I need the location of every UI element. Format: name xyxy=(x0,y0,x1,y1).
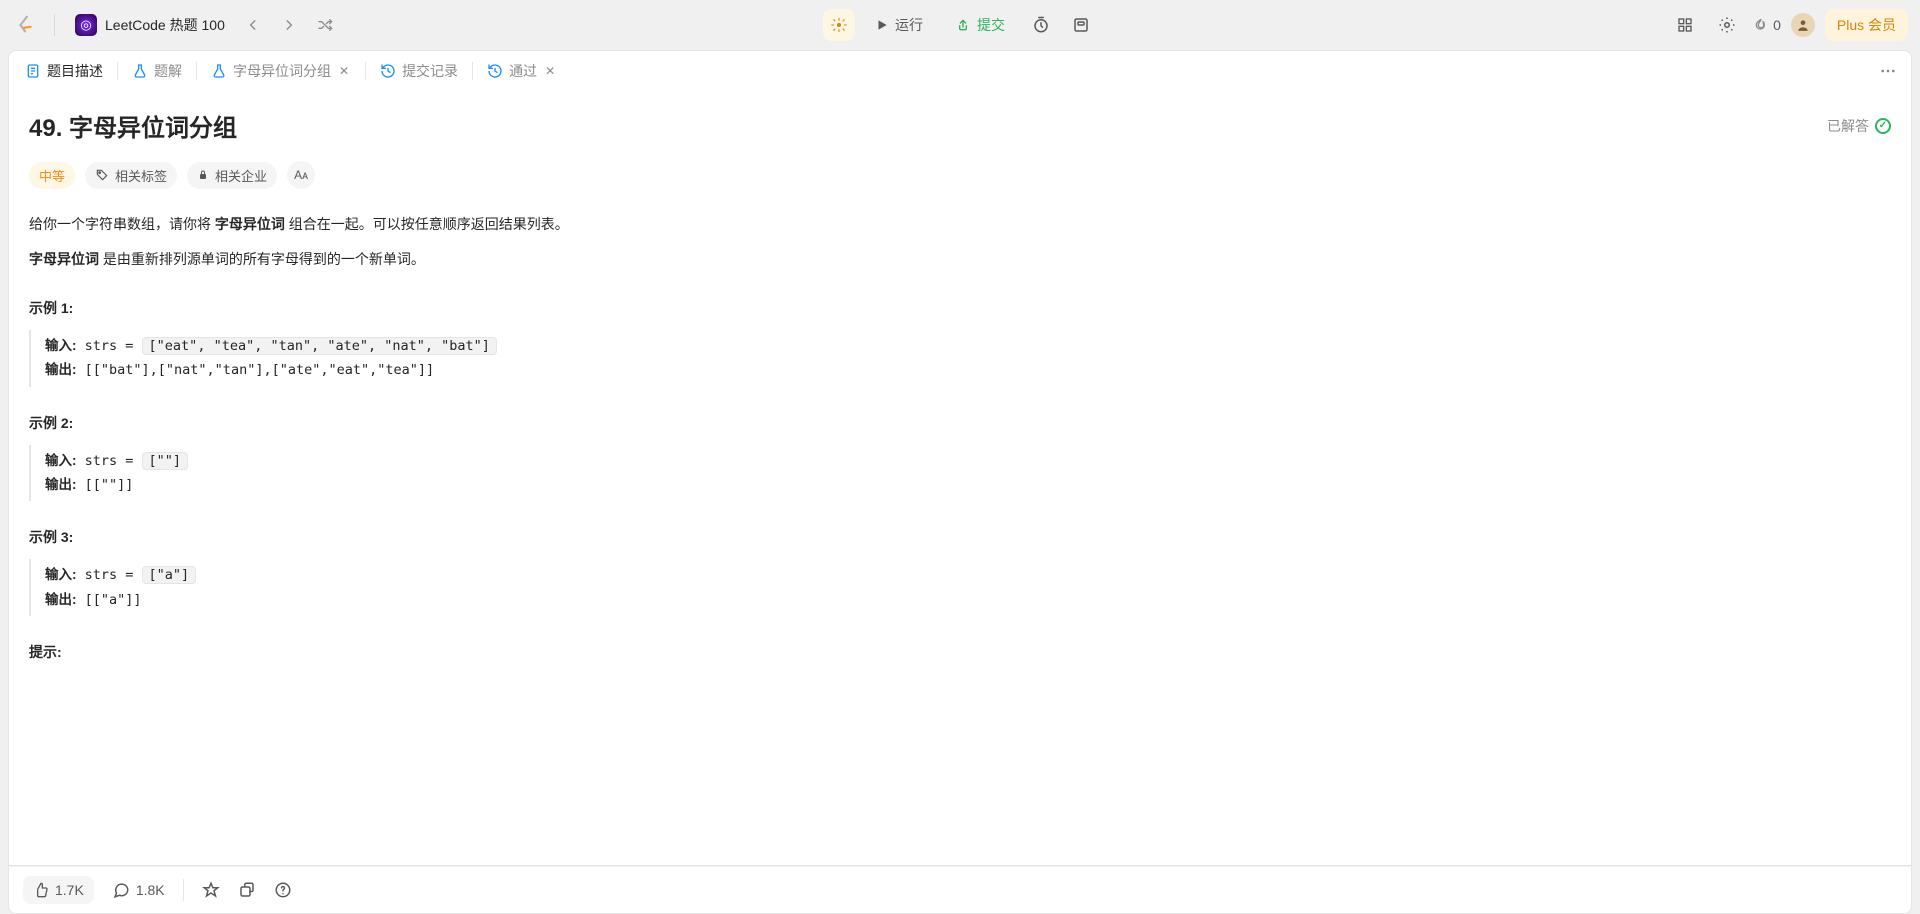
history-icon xyxy=(380,63,396,79)
tab-submissions-label: 提交记录 xyxy=(402,61,458,81)
desc-bold: 字母异位词 xyxy=(29,251,99,267)
tab-strip: 题目描述 题解 字母异位词分组 ✕ 提交记录 通过 ✕ xyxy=(8,50,1912,90)
run-controls: 运行 提交 xyxy=(823,9,1097,41)
footer-bar: 1.7K 1.8K xyxy=(8,866,1912,914)
content-pane: 49. 字母异位词分组 已解答 中等 相关标签 相关企业 Aᴀ 给你一个字符串数… xyxy=(8,90,1912,866)
output-label: 输出: xyxy=(45,362,77,377)
example-output-value: [["bat"],["nat","tan"],["ate","eat","tea… xyxy=(85,362,435,378)
output-label: 输出: xyxy=(45,477,77,492)
content-scroll[interactable]: 49. 字母异位词分组 已解答 中等 相关标签 相关企业 Aᴀ 给你一个字符串数… xyxy=(9,90,1911,865)
desc-text: 组合在一起。可以按任意顺序返回结果列表。 xyxy=(285,216,569,232)
desc-bold: 字母异位词 xyxy=(215,216,285,232)
history-icon xyxy=(487,63,503,79)
tab-editorial[interactable]: 题解 xyxy=(126,57,188,85)
playlist-icon xyxy=(75,14,97,36)
example-heading: 示例 1: xyxy=(29,298,1891,318)
solved-indicator: 已解答 xyxy=(1827,116,1891,136)
example-input-value: [""] xyxy=(142,452,189,470)
tab-separator xyxy=(117,62,118,80)
companies-button[interactable]: 相关企业 xyxy=(187,162,277,189)
example-heading: 示例 3: xyxy=(29,527,1891,547)
notes-button[interactable] xyxy=(1065,9,1097,41)
example-input-prefix: strs = xyxy=(85,453,142,469)
streak-counter[interactable]: 0 xyxy=(1753,17,1781,33)
tab-overflow-button[interactable] xyxy=(1875,58,1901,84)
example-input-value: ["a"] xyxy=(142,566,197,584)
companies-label: 相关企业 xyxy=(215,166,267,185)
submit-label: 提交 xyxy=(977,15,1005,35)
example-output-value: [["a"]] xyxy=(85,592,142,608)
prev-problem-button[interactable] xyxy=(239,11,267,39)
example-input-prefix: strs = xyxy=(85,338,142,354)
desc-text: 是由重新排列源单词的所有字母得到的一个新单词。 xyxy=(99,251,425,267)
like-button[interactable]: 1.7K xyxy=(23,876,94,904)
settings-button[interactable] xyxy=(1711,9,1743,41)
tab-submissions[interactable]: 提交记录 xyxy=(374,57,464,85)
example-block: 输入: strs = ["a"] 输出: [["a"]] xyxy=(29,559,1891,616)
tags-label: 相关标签 xyxy=(115,166,167,185)
solved-label: 已解答 xyxy=(1827,116,1869,136)
close-icon[interactable]: ✕ xyxy=(337,64,351,78)
tab-separator xyxy=(472,62,473,80)
timer-button[interactable] xyxy=(1025,9,1057,41)
share-button[interactable] xyxy=(238,881,256,899)
submit-button[interactable]: 提交 xyxy=(943,9,1017,41)
description-icon xyxy=(25,63,41,79)
flask-icon xyxy=(132,63,148,79)
streak-count: 0 xyxy=(1773,17,1781,33)
tab-description[interactable]: 题目描述 xyxy=(19,57,109,85)
difficulty-badge: 中等 xyxy=(29,162,75,189)
leetcode-logo[interactable] xyxy=(12,11,40,39)
output-label: 输出: xyxy=(45,592,77,607)
text-size-button[interactable]: Aᴀ xyxy=(287,161,315,189)
tab-note[interactable]: 字母异位词分组 ✕ xyxy=(205,57,357,85)
tab-editorial-label: 题解 xyxy=(154,61,182,81)
comments-count: 1.8K xyxy=(136,882,165,898)
meta-row: 中等 相关标签 相关企业 Aᴀ xyxy=(29,161,1891,189)
input-label: 输入: xyxy=(45,453,77,468)
problem-list-chip[interactable]: LeetCode 热题 100 xyxy=(69,10,231,40)
example-input-prefix: strs = xyxy=(85,567,142,583)
input-label: 输入: xyxy=(45,567,77,582)
tab-description-label: 题目描述 xyxy=(47,61,103,81)
premium-button[interactable]: Plus 会员 xyxy=(1825,9,1908,41)
problem-title: 49. 字母异位词分组 xyxy=(29,108,237,143)
appbar-right: 0 Plus 会员 xyxy=(1669,9,1908,41)
divider xyxy=(183,879,184,901)
example-output-value: [[""]] xyxy=(85,477,134,493)
tab-accepted-label: 通过 xyxy=(509,61,537,81)
debug-button[interactable] xyxy=(823,9,855,41)
check-icon xyxy=(1875,118,1891,134)
example-block: 输入: strs = ["eat", "tea", "tan", "ate", … xyxy=(29,330,1891,387)
tags-button[interactable]: 相关标签 xyxy=(85,162,177,189)
example-block: 输入: strs = [""] 输出: [[""]] xyxy=(29,445,1891,502)
close-icon[interactable]: ✕ xyxy=(543,64,557,78)
app-bar: LeetCode 热题 100 运行 提交 xyxy=(0,0,1920,50)
hints-heading: 提示: xyxy=(29,642,1891,662)
input-label: 输入: xyxy=(45,338,77,353)
run-label: 运行 xyxy=(895,15,923,35)
next-problem-button[interactable] xyxy=(275,11,303,39)
feedback-button[interactable] xyxy=(274,881,292,899)
like-count: 1.7K xyxy=(55,882,84,898)
example-input-value: ["eat", "tea", "tan", "ate", "nat", "bat… xyxy=(142,337,497,355)
favorite-button[interactable] xyxy=(202,881,220,899)
comments-button[interactable]: 1.8K xyxy=(112,881,165,899)
playlist-title: LeetCode 热题 100 xyxy=(105,15,225,35)
layout-button[interactable] xyxy=(1669,9,1701,41)
tab-separator xyxy=(365,62,366,80)
problem-description: 给你一个字符串数组，请你将 字母异位词 组合在一起。可以按任意顺序返回结果列表。… xyxy=(29,211,1891,272)
flask-icon xyxy=(211,63,227,79)
tab-accepted[interactable]: 通过 ✕ xyxy=(481,57,563,85)
tab-separator xyxy=(196,62,197,80)
tab-note-label: 字母异位词分组 xyxy=(233,61,331,81)
run-button[interactable]: 运行 xyxy=(863,9,935,41)
user-avatar[interactable] xyxy=(1791,13,1815,37)
example-heading: 示例 2: xyxy=(29,413,1891,433)
divider xyxy=(54,14,55,36)
desc-text: 给你一个字符串数组，请你将 xyxy=(29,216,215,232)
shuffle-button[interactable] xyxy=(311,11,339,39)
